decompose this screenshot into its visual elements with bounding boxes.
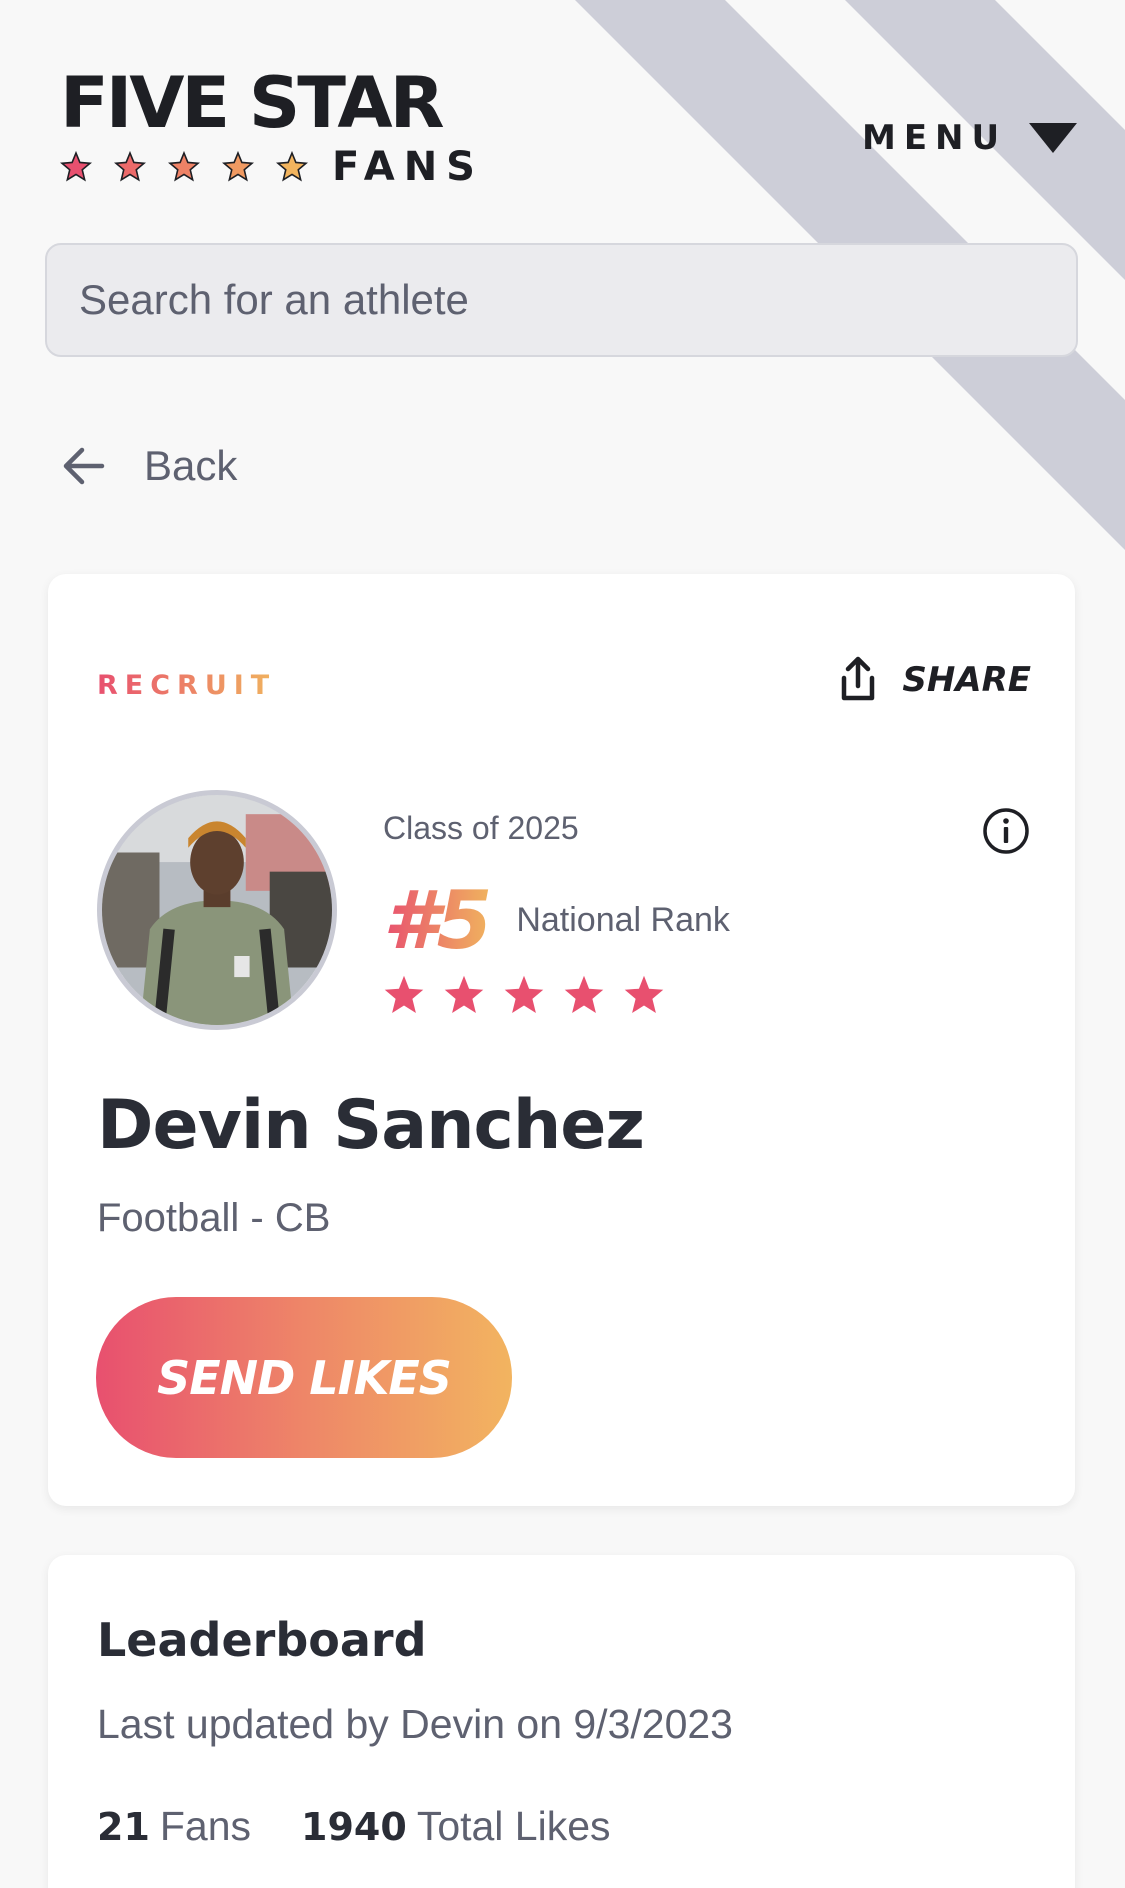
star-icon: [564, 975, 604, 1014]
send-likes-button[interactable]: SEND LIKES: [96, 1297, 512, 1458]
athlete-photo: [102, 795, 332, 1025]
national-rank: #5 National Rank: [383, 874, 730, 967]
share-label: SHARE: [902, 660, 1031, 700]
menu-label: MENU: [862, 118, 1008, 158]
leaderboard-stats: 21 Fans 1940 Total Likes: [97, 1803, 611, 1850]
leaderboard-card: Leaderboard Last updated by Devin on 9/3…: [48, 1555, 1075, 1888]
fans-count: 21: [97, 1805, 150, 1849]
back-label: Back: [144, 442, 238, 489]
leaderboard-updated: Last updated by Devin on 9/3/2023: [97, 1701, 733, 1747]
logo-stars: [60, 151, 308, 183]
fans-label: Fans: [159, 1803, 252, 1849]
share-icon: [842, 656, 875, 701]
star-icon: [624, 975, 664, 1014]
star-icon: [222, 151, 254, 182]
share-button[interactable]: SHARE: [836, 656, 1031, 704]
rank-label: National Rank: [516, 901, 730, 939]
logo-wordmark: FIVE STAR: [60, 62, 445, 144]
star-icon: [444, 975, 484, 1014]
class-year: Class of 2025: [383, 810, 579, 846]
athlete-profile-card: RECRUIT SHARE Class of 2025 #5 National …: [48, 574, 1075, 1506]
star-icon: [60, 151, 92, 182]
recruit-badge: RECRUIT: [97, 670, 277, 701]
sport-position: Football - CB: [97, 1196, 331, 1240]
athlete-name: Devin Sanchez: [97, 1086, 645, 1165]
leaderboard-title: Leaderboard: [97, 1613, 427, 1667]
star-icon: [168, 151, 200, 182]
star-icon: [384, 975, 424, 1014]
info-icon[interactable]: [981, 806, 1031, 856]
search-bar[interactable]: [45, 243, 1078, 357]
caret-down-icon: [1029, 123, 1078, 153]
likes-label: Total Likes: [416, 1803, 611, 1849]
likes-count: 1940: [301, 1805, 407, 1849]
logo-fans-text: FANS: [332, 144, 484, 190]
menu-button[interactable]: MENU: [862, 118, 1078, 158]
rank-number: #5: [383, 874, 492, 967]
back-link[interactable]: Back: [58, 440, 237, 492]
star-rating: [383, 974, 665, 1016]
star-icon: [276, 151, 308, 182]
athlete-avatar: [97, 790, 337, 1030]
search-input[interactable]: [79, 276, 1076, 324]
five-star-fans-logo[interactable]: FIVE STAR FANS: [60, 68, 500, 190]
star-icon: [114, 151, 146, 182]
arrow-left-icon: [63, 447, 105, 485]
star-icon: [504, 975, 544, 1014]
